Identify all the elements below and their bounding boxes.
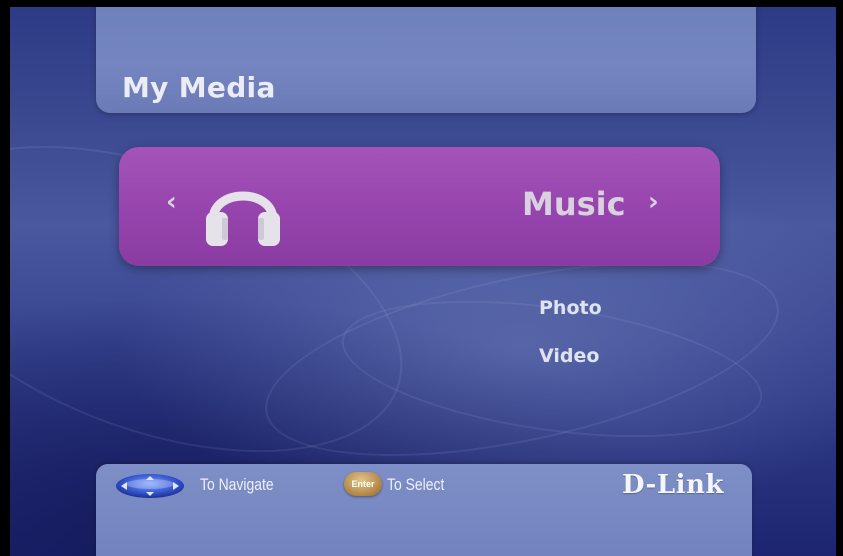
directional-pad-icon — [116, 474, 184, 498]
headphones-icon — [206, 191, 280, 246]
chevron-right-icon[interactable]: › — [648, 187, 659, 217]
chevron-left-icon[interactable]: ‹ — [166, 187, 177, 217]
d-link-logo: D-Link — [622, 470, 724, 500]
menu-item-video[interactable]: Video — [539, 345, 599, 367]
footer-hint-bar: To Navigate Enter To Select D-Link — [96, 464, 752, 556]
navigate-hint: To Navigate — [200, 475, 274, 494]
header-panel: My Media — [96, 7, 756, 113]
media-category-label: Music — [522, 185, 626, 223]
enter-button-icon: Enter — [344, 472, 382, 496]
page-title: My Media — [122, 71, 276, 104]
select-hint: To Select — [387, 475, 445, 494]
tv-screen: My Media ‹ Music › Photo Video To Naviga… — [10, 7, 836, 556]
selected-media-category[interactable]: ‹ Music › — [119, 147, 720, 266]
menu-item-photo[interactable]: Photo — [539, 297, 602, 319]
